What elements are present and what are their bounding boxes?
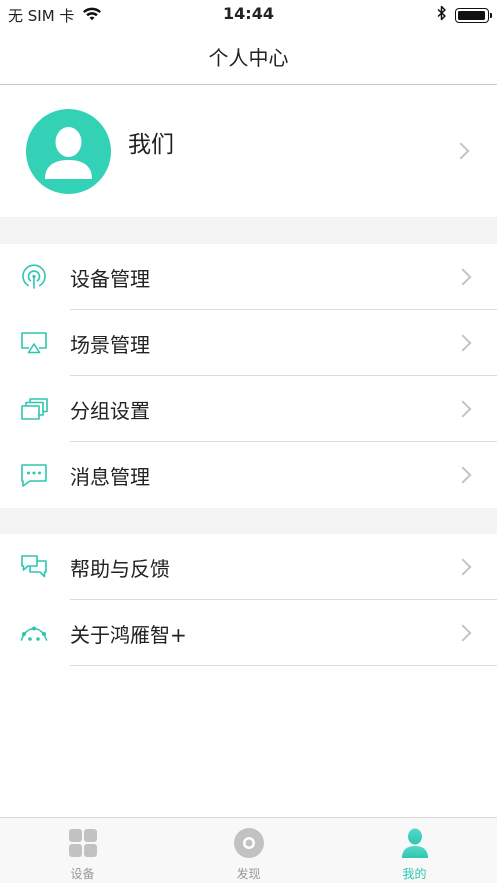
- menu-group-management: 设备管理 场景管理 分组设置 消息管理: [0, 244, 497, 508]
- menu-item-label: 场景管理: [70, 333, 150, 357]
- tab-mine[interactable]: 我的: [332, 818, 497, 883]
- section-gap: [0, 508, 497, 534]
- profile-card[interactable]: 我们: [0, 85, 497, 217]
- menu-item-about[interactable]: 关于鸿雁智+: [0, 600, 497, 666]
- profile-name: 我们: [128, 132, 174, 158]
- avatar[interactable]: [26, 109, 111, 194]
- chevron-right-icon: [454, 334, 472, 352]
- grid-icon: [67, 827, 99, 859]
- tab-label: 发现: [236, 867, 261, 881]
- menu-item-label: 关于鸿雁智+: [70, 623, 187, 647]
- chevron-right-icon: [454, 624, 472, 642]
- tab-label: 设备: [70, 867, 95, 881]
- chevron-right-icon: [454, 466, 472, 484]
- nav-bar: 个人中心: [0, 28, 497, 85]
- menu-item-help-feedback[interactable]: 帮助与反馈: [0, 534, 497, 600]
- menu-item-label: 消息管理: [70, 465, 150, 489]
- message-bubble-icon: [20, 462, 48, 488]
- page-title: 个人中心: [208, 46, 289, 70]
- status-bar: 无 SIM 卡 14:44: [0, 0, 497, 28]
- status-time: 14:44: [223, 4, 274, 23]
- chevron-right-icon: [454, 268, 472, 286]
- battery-icon: [455, 7, 492, 23]
- battery-level: [458, 10, 485, 20]
- status-right: [437, 5, 492, 25]
- tab-bar: 设备 发现 我的: [0, 817, 497, 883]
- chat-bubbles-icon: [20, 554, 48, 580]
- screen: 无 SIM 卡 14:44 个人中心 我们 设备管理 场景管理 分组设置 消息管…: [0, 0, 497, 883]
- vector-curve-icon: [20, 620, 48, 646]
- menu-item-group-settings[interactable]: 分组设置: [0, 376, 497, 442]
- tab-label: 我的: [402, 867, 427, 881]
- menu-item-label: 分组设置: [70, 399, 150, 423]
- disc-icon: [233, 827, 265, 859]
- chevron-right-icon: [454, 400, 472, 418]
- tab-discover[interactable]: 发现: [166, 818, 331, 883]
- chevron-right-icon: [454, 558, 472, 576]
- chevron-right-icon: [452, 142, 470, 160]
- divider: [70, 665, 497, 666]
- section-gap: [0, 217, 497, 244]
- screen-cast-icon: [20, 330, 48, 356]
- stacked-windows-icon: [20, 396, 48, 422]
- person-icon: [399, 827, 431, 859]
- menu-item-message-management[interactable]: 消息管理: [0, 442, 497, 508]
- menu-item-scene-management[interactable]: 场景管理: [0, 310, 497, 376]
- menu-group-support: 帮助与反馈 关于鸿雁智+: [0, 534, 497, 666]
- menu-item-label: 设备管理: [70, 267, 150, 291]
- radar-signal-icon: [20, 264, 48, 290]
- person-silhouette-icon: [45, 127, 92, 179]
- bluetooth-icon: [437, 5, 447, 25]
- menu-item-label: 帮助与反馈: [70, 557, 170, 581]
- tab-devices[interactable]: 设备: [0, 818, 165, 883]
- menu-item-device-management[interactable]: 设备管理: [0, 244, 497, 310]
